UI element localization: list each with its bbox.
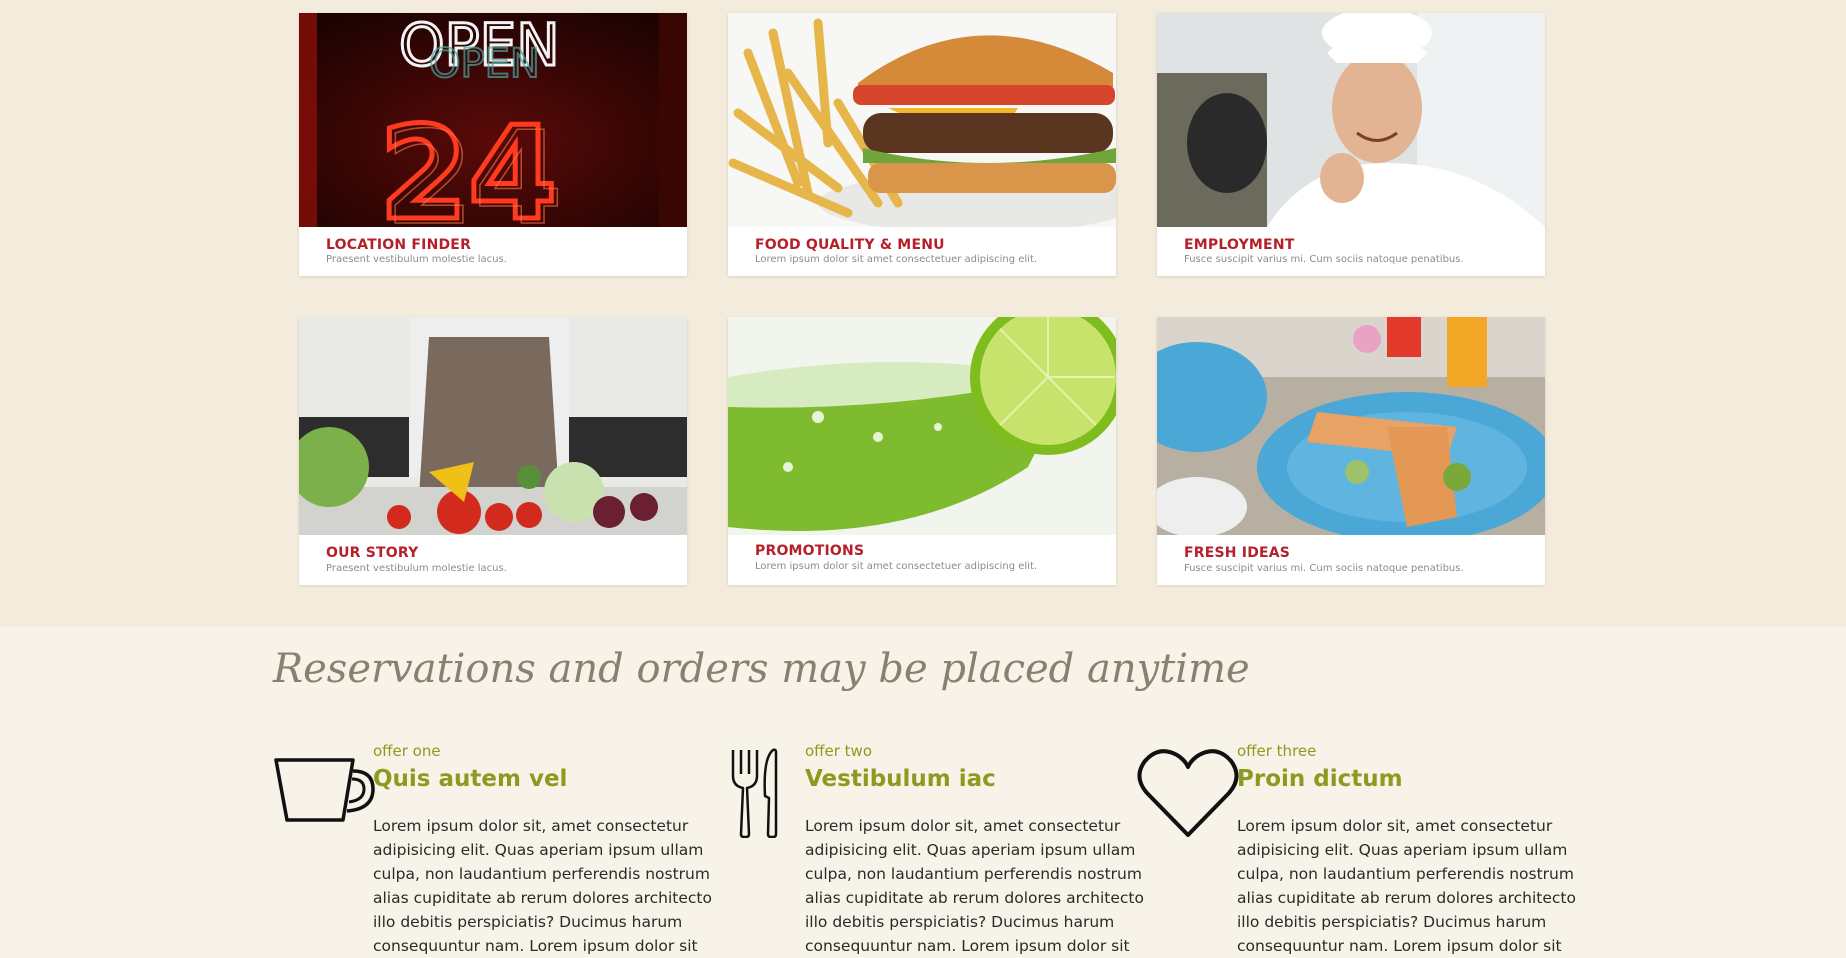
tile-title: EMPLOYMENT xyxy=(1184,237,1295,253)
offer-eyebrow: offer two xyxy=(805,742,873,760)
chef-image xyxy=(1157,13,1545,227)
open-24-neon-image: OPEN OPEN 24 24 xyxy=(299,13,687,227)
offer-eyebrow: offer three xyxy=(1237,742,1317,760)
tile-promotions[interactable]: PROMOTIONS Lorem ipsum dolor sit amet co… xyxy=(728,317,1116,585)
tile-title: FRESH IDEAS xyxy=(1184,545,1291,561)
offer-body: Lorem ipsum dolor sit, amet consectetur … xyxy=(805,817,1144,955)
tile-title: LOCATION FINDER xyxy=(326,237,472,253)
tile-subtitle: Lorem ipsum dolor sit amet consectetuer … xyxy=(755,561,1038,572)
tile-fresh-ideas[interactable]: FRESH IDEAS Fusce suscipit varius mi. Cu… xyxy=(1157,317,1545,585)
tile-subtitle: Praesent vestibulum molestie lacus. xyxy=(326,563,507,574)
offer-body: Lorem ipsum dolor sit, amet consectetur … xyxy=(1237,817,1576,955)
svg-text:OPEN: OPEN xyxy=(429,41,540,87)
lime-drink-image xyxy=(728,317,1116,535)
tile-our-story[interactable]: OUR STORY Praesent vestibulum molestie l… xyxy=(299,317,687,585)
offer-heading: Quis autem vel xyxy=(373,766,568,792)
heart-icon xyxy=(1137,747,1239,843)
tile-subtitle: Fusce suscipit varius mi. Cum sociis nat… xyxy=(1184,563,1464,574)
tile-subtitle: Lorem ipsum dolor sit amet consectetuer … xyxy=(755,254,1038,265)
svg-text:24: 24 xyxy=(385,105,563,227)
tile-title: PROMOTIONS xyxy=(755,543,865,559)
chef-vegetables-image xyxy=(299,317,687,535)
tile-title: OUR STORY xyxy=(326,545,419,561)
offer-heading: Vestibulum iac xyxy=(805,766,996,792)
offer-body: Lorem ipsum dolor sit, amet consectetur … xyxy=(373,817,712,955)
tile-food-quality-menu[interactable]: FOOD QUALITY & MENU Lorem ipsum dolor si… xyxy=(728,13,1116,276)
tile-employment[interactable]: EMPLOYMENT Fusce suscipit varius mi. Cum… xyxy=(1157,13,1545,276)
offer-heading: Proin dictum xyxy=(1237,766,1403,792)
coffee-cup-icon xyxy=(273,757,375,827)
fork-knife-icon xyxy=(729,748,783,842)
tile-subtitle: Praesent vestibulum molestie lacus. xyxy=(326,254,507,265)
tile-subtitle: Fusce suscipit varius mi. Cum sociis nat… xyxy=(1184,254,1464,265)
offer-eyebrow: offer one xyxy=(373,742,441,760)
plated-dish-image xyxy=(1157,317,1545,535)
tile-title: FOOD QUALITY & MENU xyxy=(755,237,945,253)
burger-fries-image xyxy=(728,13,1116,227)
tile-location-finder[interactable]: OPEN OPEN 24 24 LOCATION FINDER Praesent… xyxy=(299,13,687,276)
reservations-heading: Reservations and orders may be placed an… xyxy=(273,646,1250,692)
